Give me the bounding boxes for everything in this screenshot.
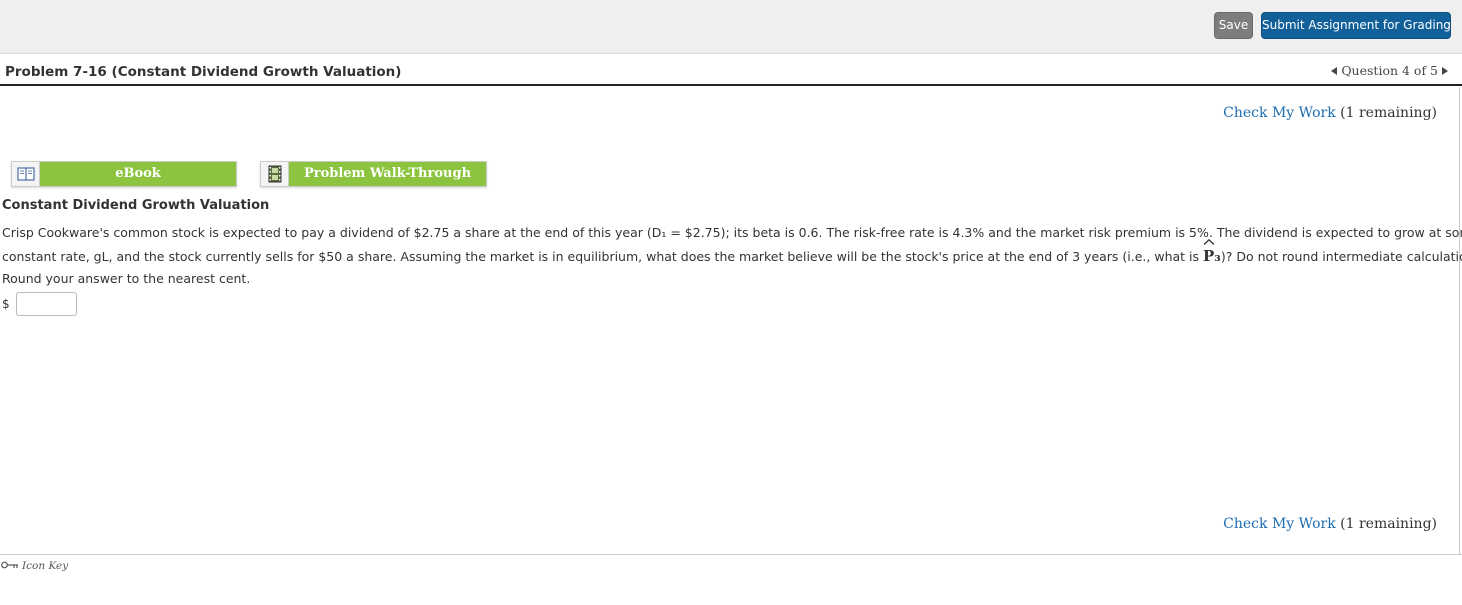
film-icon bbox=[261, 162, 289, 186]
save-button[interactable]: Save bbox=[1214, 12, 1253, 39]
p3-hat-symbol: P₃ bbox=[1203, 238, 1221, 268]
ebook-label: eBook bbox=[40, 162, 236, 186]
question-navigation: Question 4 of 5 bbox=[1331, 63, 1448, 78]
problem-walkthrough-button[interactable]: Problem Walk-Through bbox=[260, 161, 487, 187]
check-remaining: (1 remaining) bbox=[1340, 105, 1437, 121]
icon-key-link[interactable]: Icon Key bbox=[1, 560, 68, 572]
next-question-icon[interactable] bbox=[1442, 66, 1448, 75]
footer-divider bbox=[0, 554, 1462, 555]
key-icon bbox=[1, 560, 19, 572]
problem-line-2b: )? Do not round intermediate calculation… bbox=[1220, 248, 1462, 264]
top-toolbar: Save Submit Assignment for Grading bbox=[0, 0, 1462, 54]
section-title: Constant Dividend Growth Valuation bbox=[2, 198, 270, 213]
book-icon bbox=[12, 162, 40, 186]
problem-text: Crisp Cookware's common stock is expecte… bbox=[2, 222, 1462, 291]
answer-row: $ bbox=[2, 292, 77, 316]
answer-input[interactable] bbox=[15, 292, 77, 316]
check-my-work-link[interactable]: Check My Work bbox=[1223, 516, 1336, 532]
submit-assignment-button[interactable]: Submit Assignment for Grading bbox=[1261, 12, 1451, 39]
check-my-work-bottom: Check My Work (1 remaining) bbox=[1223, 516, 1437, 532]
problem-line-3: Round your answer to the nearest cent. bbox=[2, 271, 251, 286]
question-counter: Question 4 of 5 bbox=[1341, 63, 1438, 78]
problem-content: Check My Work (1 remaining) eBook Proble… bbox=[0, 87, 1462, 554]
problem-title: Problem 7-16 (Constant Dividend Growth V… bbox=[5, 64, 402, 80]
check-my-work-link[interactable]: Check My Work bbox=[1223, 105, 1336, 121]
ebook-button[interactable]: eBook bbox=[11, 161, 237, 187]
currency-symbol: $ bbox=[2, 297, 10, 311]
problem-header: Problem 7-16 (Constant Dividend Growth V… bbox=[0, 55, 1462, 86]
check-remaining: (1 remaining) bbox=[1340, 516, 1437, 532]
check-my-work-top: Check My Work (1 remaining) bbox=[1223, 105, 1437, 121]
problem-line-2: constant rate, gL, and the stock current… bbox=[2, 238, 1462, 269]
icon-key-label: Icon Key bbox=[22, 560, 69, 572]
previous-question-icon[interactable] bbox=[1331, 66, 1338, 75]
problem-line-2a: constant rate, gL, and the stock current… bbox=[2, 248, 1203, 264]
problem-line-1: Crisp Cookware's common stock is expecte… bbox=[2, 225, 1462, 240]
walkthrough-label: Problem Walk-Through bbox=[289, 162, 486, 186]
